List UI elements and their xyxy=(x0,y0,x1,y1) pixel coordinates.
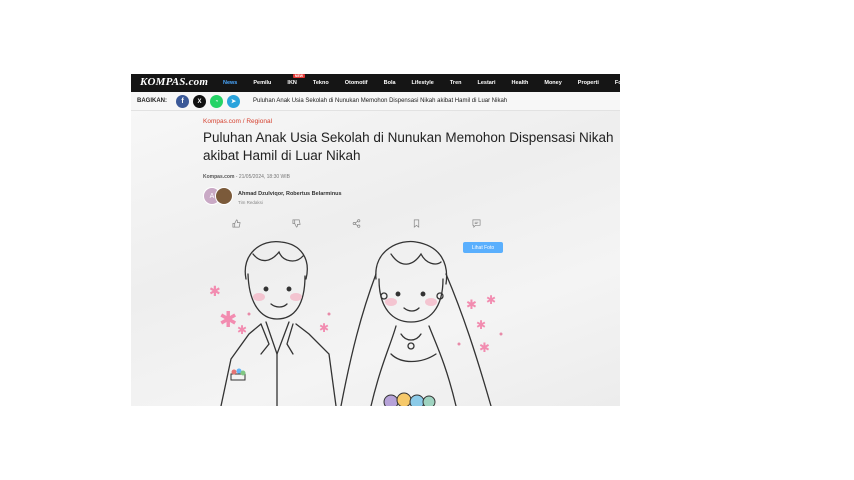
wedding-couple-illustration: ✱ ✱ ✱ ✱ ✱ ✱ ✱ ✱ xyxy=(209,240,503,406)
browser-viewport: KOMPAS.com News Pemilu IKN NEW Tekno Otomotif… xyxy=(131,74,620,406)
nav-item-label: Tren xyxy=(449,80,462,86)
nav-item-label: Properti xyxy=(577,80,599,86)
article-actions xyxy=(203,217,513,229)
share-icon[interactable] xyxy=(350,217,362,229)
svg-text:✱: ✱ xyxy=(476,318,486,332)
article-headline: Puluhan Anak Usia Sekolah di Nunukan Mem… xyxy=(203,130,614,163)
view-photo-label: Lihat Foto xyxy=(471,244,495,251)
nav-item-label: IKN xyxy=(287,80,297,86)
svg-text:✱: ✱ xyxy=(479,341,490,356)
nav-item-label: Tekno xyxy=(312,80,329,86)
author-names[interactable]: Ahmad Dzulviqor, Robertus Belarminus xyxy=(238,191,342,197)
nav-item-label: Food xyxy=(614,80,620,86)
nav-items: News Pemilu IKN NEW Tekno Otomotif Bola Lifesty… xyxy=(223,74,620,92)
nav-item-label: Money xyxy=(544,80,562,86)
author-avatars: A xyxy=(203,187,235,207)
nav-item-tren[interactable]: Tren xyxy=(450,80,462,86)
view-photo-button[interactable]: Lihat Foto xyxy=(463,242,503,253)
telegram-icon[interactable]: ➤ xyxy=(227,95,240,108)
veil-left xyxy=(340,273,377,406)
nav-item-label: Lifestyle xyxy=(411,80,434,86)
svg-text:✱: ✱ xyxy=(466,298,477,313)
veil-right xyxy=(445,273,492,406)
article-date: - 21/05/2024, 18:30 WIB xyxy=(234,174,290,180)
nav-item-bola[interactable]: Bola xyxy=(384,80,396,86)
share-article-title: Puluhan Anak Usia Sekolah di Nunukan Mem… xyxy=(253,98,508,104)
nav-item-lestari[interactable]: Lestari xyxy=(478,80,496,86)
new-badge: NEW xyxy=(293,74,305,78)
author-role: Tim Redaksi xyxy=(238,200,263,205)
nav-item-label: Lestari xyxy=(477,80,496,86)
avatar[interactable] xyxy=(215,187,233,205)
like-icon[interactable] xyxy=(230,217,242,229)
svg-text:✱: ✱ xyxy=(319,321,329,335)
nav-item-properti[interactable]: Properti xyxy=(578,80,599,86)
nav-item-label: News xyxy=(223,80,238,86)
kompas-logo[interactable]: KOMPAS.com xyxy=(140,76,208,88)
article-source: Kompas.com xyxy=(203,174,235,180)
svg-text:✱: ✱ xyxy=(237,323,247,337)
dislike-icon[interactable] xyxy=(290,217,302,229)
nav-item-tekno[interactable]: Tekno xyxy=(313,80,329,86)
breadcrumb-section[interactable]: Regional xyxy=(246,118,272,125)
nav-item-lifestyle[interactable]: Lifestyle xyxy=(412,80,434,86)
nav-item-money[interactable]: Money xyxy=(544,80,561,86)
comment-icon[interactable] xyxy=(470,217,482,229)
breadcrumb-site[interactable]: Kompas.com xyxy=(203,118,241,125)
nav-item-label: Health xyxy=(511,80,529,86)
groom-body-right xyxy=(295,323,337,406)
nav-item-food[interactable]: Food xyxy=(615,80,620,86)
bookmark-icon[interactable] xyxy=(410,217,422,229)
nav-item-health[interactable]: Health xyxy=(512,80,529,86)
svg-text:✱: ✱ xyxy=(219,308,237,333)
nav-item-ikn[interactable]: IKN NEW xyxy=(287,74,305,86)
share-label: BAGIKAN: xyxy=(137,98,167,104)
nav-item-pemilu[interactable]: Pemilu xyxy=(253,80,271,86)
share-bar: BAGIKAN: f X ◔ ➤ Puluhan Anak Usia Sekol… xyxy=(131,92,620,111)
nav-item-label: Otomotif xyxy=(344,80,368,86)
nav-item-otomotif[interactable]: Otomotif xyxy=(345,80,368,86)
breadcrumb: Kompas.com / Regional xyxy=(203,118,272,125)
nav-item-label: Bola xyxy=(383,80,396,86)
nav-item-label: Pemilu xyxy=(253,80,272,86)
article-meta: Kompas.com - 21/05/2024, 18:30 WIB xyxy=(203,174,290,180)
top-nav: KOMPAS.com News Pemilu IKN NEW Tekno Otomotif… xyxy=(131,74,620,92)
svg-text:✱: ✱ xyxy=(486,293,496,307)
facebook-icon[interactable]: f xyxy=(176,95,189,108)
nav-item-news[interactable]: News xyxy=(223,80,237,86)
svg-text:✱: ✱ xyxy=(209,284,221,300)
x-icon[interactable]: X xyxy=(193,95,206,108)
whatsapp-icon[interactable]: ◔ xyxy=(210,95,223,108)
